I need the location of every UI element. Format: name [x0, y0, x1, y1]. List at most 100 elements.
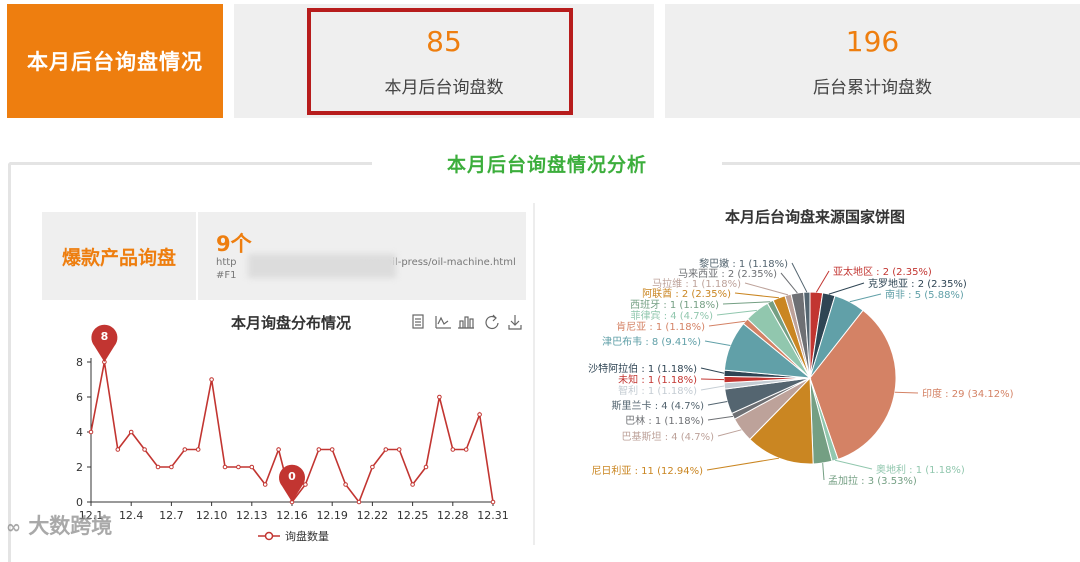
x-tick-label: 12.4	[119, 509, 144, 522]
data-point	[329, 447, 335, 452]
pie-label: 斯里兰卡 : 4 (4.7%)	[612, 399, 705, 412]
x-tick-label: 12.16	[276, 509, 308, 522]
data-point	[423, 464, 429, 470]
data-point	[195, 447, 201, 452]
y-tick-label: 0	[76, 496, 83, 509]
pie-label: 孟加拉 : 3 (3.53%)	[828, 474, 917, 487]
data-point	[128, 429, 134, 435]
data-point	[209, 377, 214, 382]
data-point	[155, 464, 161, 470]
x-tick-label: 12.13	[236, 509, 268, 522]
pie-label: 沙特阿拉伯 : 1 (1.18%)	[588, 362, 697, 375]
total-inquiry-count: 196	[845, 24, 900, 58]
pie-label: 黎巴嫩 : 1 (1.18%)	[699, 257, 788, 270]
data-point	[490, 499, 496, 505]
pie-label: 亚太地区 : 2 (2.35%)	[833, 265, 932, 278]
pie-leader-line	[828, 282, 865, 295]
highlight-frame	[307, 8, 573, 115]
pie-label: 津巴布韦 : 8 (9.41%)	[602, 336, 701, 348]
x-tick-label: 12.28	[437, 509, 469, 522]
total-inquiry-label: 后台累计询盘数	[813, 77, 932, 98]
pie-label: 印度 : 29 (34.12%)	[922, 387, 1014, 400]
x-tick-label: 12.25	[397, 509, 429, 522]
pie-leader-line	[700, 367, 725, 374]
data-point	[169, 464, 174, 470]
max-marker: 8	[91, 324, 118, 362]
pie-leader-line	[707, 401, 728, 406]
pie-chart: 亚太地区 : 2 (2.35%)克罗地亚 : 2 (2.35%)南非 : 5 (…	[588, 257, 1014, 487]
pie-label: 南非 : 5 (5.88%)	[885, 288, 964, 301]
data-point	[222, 464, 228, 470]
pie-leader-line	[716, 309, 757, 316]
pie-leader-line	[744, 282, 789, 296]
pie-leader-line	[791, 262, 808, 293]
data-point	[356, 499, 362, 505]
pie-label: 巴基斯坦 : 4 (4.7%)	[622, 430, 715, 443]
x-tick-label: 12.19	[316, 509, 348, 522]
pie-leader-line	[815, 270, 830, 293]
page-title-box: 本月后台询盘情况	[7, 4, 223, 118]
data-point	[343, 482, 348, 487]
pie-leader-line	[849, 293, 882, 303]
data-point	[316, 447, 322, 452]
x-tick-label: 12.7	[159, 509, 184, 522]
pie-chart-title: 本月后台询盘来源国家饼图	[724, 208, 905, 226]
x-tick-label: 12.10	[196, 509, 228, 522]
y-tick-label: 8	[76, 356, 83, 369]
pie-label: 克罗地亚 : 2 (2.35%)	[868, 277, 967, 290]
data-point	[276, 447, 281, 452]
data-point	[370, 464, 375, 470]
pie-leader-line	[717, 429, 742, 437]
hot-product-count: 9个	[216, 232, 252, 256]
hot-product-url-start: http	[216, 257, 237, 268]
pie-label: 奥地利 : 1 (1.18%)	[876, 463, 965, 476]
data-point	[142, 447, 147, 452]
max-marker-label: 8	[101, 330, 109, 343]
section-title: 本月后台询盘情况分析	[446, 154, 647, 176]
pie-leader-line	[706, 457, 780, 471]
pie-leader-line	[734, 292, 779, 299]
data-point	[236, 464, 241, 470]
data-point	[182, 447, 188, 452]
page-title: 本月后台询盘情况	[27, 50, 203, 74]
data-point	[463, 447, 469, 452]
line-chart: 0246812.1 12.4 12.7 12.10 12.13 12.16 12.19 12.…	[76, 324, 509, 543]
pie-leader-line	[894, 391, 919, 394]
watermark: ∞ 大数跨境	[6, 510, 112, 540]
watermark-text: 大数跨境	[28, 514, 113, 538]
pie-leader-line	[822, 463, 825, 481]
data-point	[383, 447, 389, 452]
y-tick-label: 2	[76, 461, 83, 474]
column-divider	[533, 203, 535, 545]
data-point	[249, 464, 255, 470]
pie-leader-line	[708, 320, 746, 327]
pie-leader-line	[722, 301, 771, 305]
pie-leader-line	[704, 340, 731, 346]
min-marker-label: 0	[288, 470, 296, 483]
line-legend: 询盘数量	[258, 529, 329, 543]
x-tick-label: 12.22	[357, 509, 389, 522]
pie-label: 巴林 : 1 (1.18%)	[625, 414, 704, 427]
legend-label: 询盘数量	[285, 529, 329, 543]
pie-leader-line	[700, 378, 725, 381]
watermark-logo-icon: ∞	[6, 517, 21, 538]
data-point	[450, 447, 456, 452]
pie-label: 尼日利亚 : 11 (12.94%)	[591, 465, 703, 477]
x-tick-label: 12.31	[477, 509, 509, 522]
legend-point-symbol	[264, 531, 274, 541]
data-point	[88, 429, 94, 435]
pie-leader-line	[834, 459, 873, 470]
pie-leader-line	[780, 272, 798, 294]
data-point	[396, 447, 402, 452]
pie-leader-line	[700, 385, 725, 391]
y-tick-label: 6	[76, 391, 83, 404]
hot-product-label: 爆款产品询盘	[42, 212, 198, 300]
pie-leader-line	[707, 415, 734, 421]
pie-label: 西班牙 : 1 (1.18%)	[630, 299, 719, 311]
data-point	[262, 482, 268, 487]
data-point	[437, 394, 442, 400]
data-point	[410, 482, 415, 487]
y-tick-label: 4	[76, 426, 83, 439]
total-inquiry-card: 196 后台累计询盘数	[665, 4, 1080, 118]
url-blur-mask	[248, 254, 396, 278]
